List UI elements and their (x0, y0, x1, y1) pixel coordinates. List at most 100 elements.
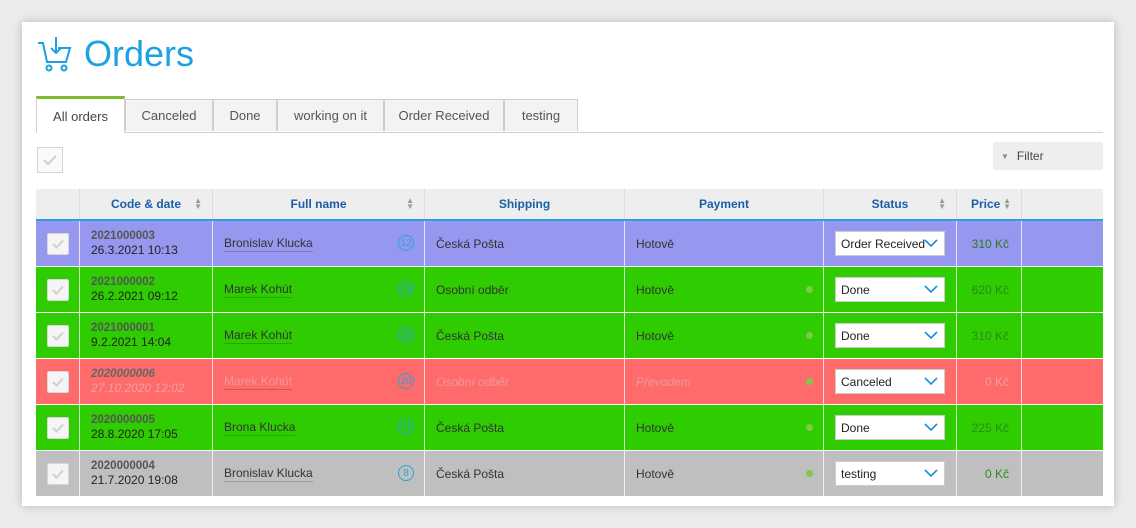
table-row[interactable]: 2020000005 28.8.2020 17:05 Brona Klucka … (36, 405, 1103, 451)
cart-download-icon (38, 37, 72, 72)
customer-name-link[interactable]: Bronislav Klucka (224, 236, 313, 252)
table-row[interactable]: 2020000006 27.10.2020 12:02 Marek Kohút … (36, 359, 1103, 405)
price-cell: 0 Kč (957, 359, 1022, 404)
price-cell: 0 Kč (957, 451, 1022, 496)
payment-method: Hotově (636, 282, 675, 297)
status-select[interactable]: Done (835, 415, 945, 440)
payment-status-dot (806, 286, 813, 293)
orders-panel: Orders All orders Canceled Done working … (22, 22, 1114, 506)
row-checkbox[interactable] (46, 324, 69, 347)
extra-cell (1022, 267, 1103, 312)
order-code[interactable]: 2020000004 (91, 460, 155, 472)
payment-status-dot (806, 332, 813, 339)
table-row[interactable]: 2020000004 21.7.2020 19:08 Bronislav Klu… (36, 451, 1103, 497)
status-select[interactable]: Done (835, 277, 945, 302)
order-code[interactable]: 2020000005 (91, 414, 155, 426)
price-cell: 225 Kč (957, 405, 1022, 450)
price-cell: 620 Kč (957, 267, 1022, 312)
customer-name-link[interactable]: Marek Kohút (224, 282, 293, 298)
customer-name-link[interactable]: Brona Klucka (224, 420, 296, 436)
order-code[interactable]: 2021000003 (91, 230, 155, 242)
status-select[interactable]: testing (835, 461, 945, 486)
extra-cell (1022, 451, 1103, 496)
order-count-badge: 12 (398, 235, 414, 251)
full-name-cell: Bronislav Klucka 12 (213, 221, 425, 266)
order-code[interactable]: 2021000002 (91, 276, 155, 288)
order-count-badge: 21 (398, 419, 414, 435)
code-date-cell: 2021000001 9.2.2021 14:04 (80, 313, 213, 358)
extra-cell (1022, 313, 1103, 358)
status-value: Done (841, 328, 870, 343)
row-checkbox[interactable] (46, 462, 69, 485)
header-price[interactable]: Price ▲ ▼ (957, 189, 1022, 219)
price-cell: 310 Kč (957, 313, 1022, 358)
table-row[interactable]: 2021000003 26.3.2021 10:13 Bronislav Klu… (36, 221, 1103, 267)
tab-all-orders[interactable]: All orders (36, 96, 125, 133)
shipping-method: Česká Pošta (436, 420, 505, 435)
row-select-cell (36, 221, 80, 266)
row-checkbox[interactable] (46, 370, 69, 393)
payment-method: Hotově (636, 236, 675, 251)
order-date: 9.2.2021 14:04 (91, 335, 172, 349)
check-icon (51, 331, 64, 341)
check-icon (51, 377, 64, 387)
header-code-date[interactable]: Code & date ▲ ▼ (80, 189, 213, 219)
sort-icon[interactable]: ▲ ▼ (1003, 197, 1011, 211)
order-date: 26.3.2021 10:13 (91, 243, 178, 257)
shipping-cell: Osobní odběr (425, 267, 625, 312)
order-count-badge: 20 (398, 327, 414, 343)
customer-name-link[interactable]: Bronislav Klucka (224, 466, 313, 482)
shipping-cell: Česká Pošta (425, 221, 625, 266)
payment-cell: Hotově (625, 267, 824, 312)
code-date-cell: 2020000006 27.10.2020 12:02 (80, 359, 213, 404)
check-icon (51, 285, 64, 295)
customer-name-link[interactable]: Marek Kohút (224, 328, 293, 344)
full-name-cell: Bronislav Klucka 8 (213, 451, 425, 496)
extra-cell (1022, 221, 1103, 266)
status-select[interactable]: Done (835, 323, 945, 348)
chevron-down-icon (924, 469, 938, 478)
sort-icon[interactable]: ▲ ▼ (938, 197, 946, 211)
tab-order-received[interactable]: Order Received (384, 99, 504, 131)
full-name-cell: Marek Kohút 20 (213, 313, 425, 358)
status-select[interactable]: Order Received (835, 231, 945, 256)
order-count-badge: 19 (398, 281, 414, 297)
check-icon (51, 239, 64, 249)
shipping-cell: Česká Pošta (425, 451, 625, 496)
sort-icon[interactable]: ▲ ▼ (406, 197, 414, 211)
shipping-cell: Česká Pošta (425, 313, 625, 358)
row-select-cell (36, 451, 80, 496)
row-select-cell (36, 313, 80, 358)
header-status[interactable]: Status ▲ ▼ (824, 189, 957, 219)
customer-name-link[interactable]: Marek Kohút (224, 374, 293, 390)
page-title: Orders (84, 33, 195, 74)
table-row[interactable]: 2021000002 26.2.2021 09:12 Marek Kohút 1… (36, 267, 1103, 313)
header-extra (1022, 189, 1103, 219)
filter-button[interactable]: ▼ Filter (993, 142, 1103, 170)
tab-testing[interactable]: testing (504, 99, 578, 131)
row-checkbox[interactable] (46, 278, 69, 301)
payment-cell: Hotově (625, 221, 824, 266)
tab-working-on-it[interactable]: working on it (277, 99, 384, 131)
payment-cell: Převodem (625, 359, 824, 404)
price-cell: 310 Kč (957, 221, 1022, 266)
status-cell: Order Received (824, 221, 957, 266)
status-cell: Done (824, 405, 957, 450)
select-all-checkbox[interactable] (37, 147, 63, 173)
order-code[interactable]: 2021000001 (91, 322, 155, 334)
tab-canceled[interactable]: Canceled (125, 99, 213, 131)
tab-done[interactable]: Done (213, 99, 277, 131)
payment-status-dot (806, 378, 813, 385)
order-tabs: All orders Canceled Done working on it O… (36, 96, 1103, 133)
status-select[interactable]: Canceled (835, 369, 945, 394)
order-price: 310 Kč (971, 328, 1009, 343)
header-full-name[interactable]: Full name ▲ ▼ (213, 189, 425, 219)
status-cell: Done (824, 313, 957, 358)
sort-icon[interactable]: ▲ ▼ (194, 197, 202, 211)
order-code[interactable]: 2020000006 (91, 368, 155, 380)
row-checkbox[interactable] (46, 232, 69, 255)
orders-table: Code & date ▲ ▼ Full name ▲ ▼ Shipping Pay… (36, 189, 1103, 497)
table-row[interactable]: 2021000001 9.2.2021 14:04 Marek Kohút 20… (36, 313, 1103, 359)
page-header: Orders (36, 34, 194, 74)
row-checkbox[interactable] (46, 416, 69, 439)
